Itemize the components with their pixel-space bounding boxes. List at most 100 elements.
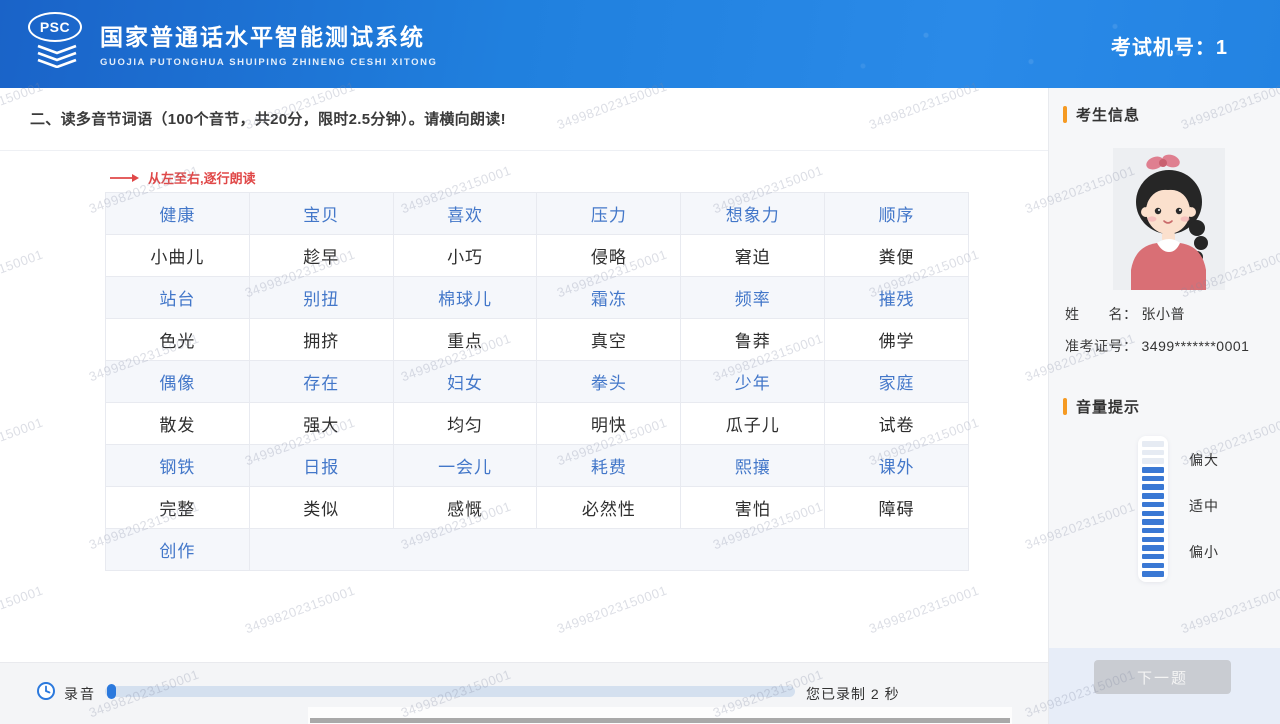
- exam-machine-number: 考试机号：1: [1111, 31, 1228, 60]
- word-cell: 拳头: [537, 361, 681, 403]
- word-cell: 棉球儿: [393, 277, 537, 319]
- psc-logo: PSC: [28, 12, 86, 76]
- recording-status: 您已录制 2 秒: [806, 684, 900, 704]
- avatar: [1113, 148, 1225, 290]
- next-question-button[interactable]: 下一题: [1094, 660, 1231, 694]
- volume-segment: [1142, 528, 1164, 534]
- candidate-id: 3499*******0001: [1142, 338, 1250, 354]
- app-window: PSC 国家普通话水平智能测试系统 GUOJIA PUTONGHUA SHUIP…: [0, 0, 1280, 724]
- volume-title: 音量提示: [1076, 396, 1140, 417]
- word-cell: 站台: [106, 277, 250, 319]
- word-cell-empty: [681, 529, 825, 571]
- orange-accent-bar: [1063, 106, 1067, 123]
- word-cell: 窘迫: [681, 235, 825, 277]
- direction-hint-text: 从左至右,逐行朗读: [148, 168, 256, 187]
- word-cell-empty: [537, 529, 681, 571]
- word-cell: 瓜子儿: [681, 403, 825, 445]
- candidate-info-header: 考生信息: [1063, 104, 1140, 125]
- word-cell: 趁早: [249, 235, 393, 277]
- word-cell: 顺序: [825, 193, 969, 235]
- psc-logo-oval: PSC: [28, 12, 82, 42]
- word-cell: 鲁莽: [681, 319, 825, 361]
- word-cell: 存在: [249, 361, 393, 403]
- word-cell: 钢铁: [106, 445, 250, 487]
- volume-label-loud: 偏大: [1189, 450, 1219, 470]
- word-cell: 霜冻: [537, 277, 681, 319]
- volume-segment: [1142, 502, 1164, 508]
- volume-segment: [1142, 476, 1164, 482]
- volume-segment: [1142, 484, 1164, 490]
- word-cell: 课外: [825, 445, 969, 487]
- volume-segment: [1142, 519, 1164, 525]
- divider: [0, 150, 1048, 151]
- word-table-row: 色光拥挤重点真空鲁莽佛学: [106, 319, 969, 361]
- word-cell: 别扭: [249, 277, 393, 319]
- word-cell: 家庭: [825, 361, 969, 403]
- volume-label-medium: 适中: [1189, 496, 1219, 516]
- word-cell: 试卷: [825, 403, 969, 445]
- word-table-row: 完整类似感慨必然性害怕障碍: [106, 487, 969, 529]
- recording-progress-track: [105, 686, 795, 697]
- word-cell: 散发: [106, 403, 250, 445]
- volume-meter: [1138, 436, 1168, 582]
- word-table-row: 偶像存在妇女拳头少年家庭: [106, 361, 969, 403]
- candidate-name-row: 姓 名：张小普: [1065, 304, 1185, 324]
- word-cell: 拥挤: [249, 319, 393, 361]
- word-cell: 色光: [106, 319, 250, 361]
- sidebar: 考生信息: [1048, 88, 1280, 724]
- volume-segment: [1142, 458, 1164, 464]
- header-titles: 国家普通话水平智能测试系统 GUOJIA PUTONGHUA SHUIPING …: [100, 18, 438, 68]
- volume-label-quiet: 偏小: [1189, 542, 1219, 562]
- volume-segment: [1142, 545, 1164, 551]
- machine-label: 考试机号：: [1111, 37, 1216, 59]
- word-table-row: 钢铁日报一会儿耗费熙攘课外: [106, 445, 969, 487]
- word-cell-empty: [825, 529, 969, 571]
- word-table: 健康宝贝喜欢压力想象力顺序小曲儿趁早小巧侵略窘迫粪便站台别扭棉球儿霜冻频率摧残色…: [105, 192, 969, 571]
- psc-logo-text: PSC: [40, 19, 70, 35]
- volume-segment: [1142, 450, 1164, 456]
- word-cell: 压力: [537, 193, 681, 235]
- volume-header: 音量提示: [1063, 396, 1140, 417]
- word-table-row: 站台别扭棉球儿霜冻频率摧残: [106, 277, 969, 319]
- word-cell: 障碍: [825, 487, 969, 529]
- word-cell: 类似: [249, 487, 393, 529]
- video-scrubber: [308, 707, 1012, 724]
- word-cell: 必然性: [537, 487, 681, 529]
- word-cell: 害怕: [681, 487, 825, 529]
- volume-labels: 偏大 适中 偏小: [1189, 450, 1219, 562]
- volume-segment: [1142, 511, 1164, 517]
- word-table-row: 创作: [106, 529, 969, 571]
- word-cell: 频率: [681, 277, 825, 319]
- word-cell: 想象力: [681, 193, 825, 235]
- candidate-id-row: 准考证号：3499*******0001: [1065, 336, 1249, 356]
- orange-accent-bar: [1063, 398, 1067, 415]
- machine-value: 1: [1216, 37, 1228, 59]
- volume-segment: [1142, 441, 1164, 447]
- name-label: 姓 名：: [1065, 306, 1138, 322]
- word-cell: 日报: [249, 445, 393, 487]
- candidate-name: 张小普: [1142, 306, 1186, 322]
- video-scrubber-handle[interactable]: [310, 718, 1010, 723]
- clock-icon: [36, 681, 56, 701]
- word-cell: 创作: [106, 529, 250, 571]
- volume-segment: [1142, 537, 1164, 543]
- word-cell: 均匀: [393, 403, 537, 445]
- word-cell: 小曲儿: [106, 235, 250, 277]
- word-cell-empty: [249, 529, 393, 571]
- recording-label: 录音: [64, 684, 96, 704]
- word-cell: 完整: [106, 487, 250, 529]
- app-header: PSC 国家普通话水平智能测试系统 GUOJIA PUTONGHUA SHUIP…: [0, 0, 1280, 88]
- word-cell: 健康: [106, 193, 250, 235]
- reading-direction-hint: 从左至右,逐行朗读: [110, 168, 256, 187]
- word-table-row: 小曲儿趁早小巧侵略窘迫粪便: [106, 235, 969, 277]
- word-cell-empty: [393, 529, 537, 571]
- word-cell: 喜欢: [393, 193, 537, 235]
- volume-segment: [1142, 563, 1164, 569]
- word-cell: 熙攘: [681, 445, 825, 487]
- arrow-right-icon: [110, 173, 140, 183]
- word-cell: 耗费: [537, 445, 681, 487]
- word-cell: 佛学: [825, 319, 969, 361]
- word-cell: 偶像: [106, 361, 250, 403]
- next-panel: 下一题: [1049, 648, 1280, 724]
- word-cell: 强大: [249, 403, 393, 445]
